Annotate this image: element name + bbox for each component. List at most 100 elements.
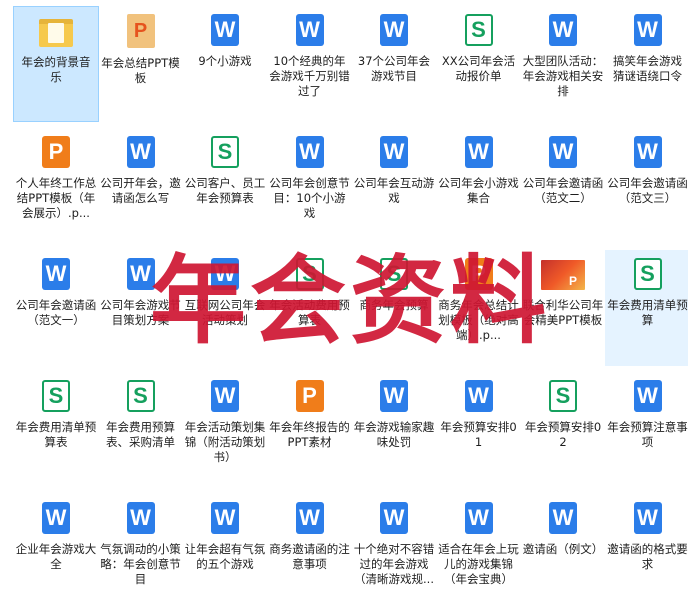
- icon-glyph: W: [468, 505, 489, 530]
- icon-glyph: P: [48, 139, 64, 164]
- word-document-icon: W: [464, 502, 493, 534]
- file-item[interactable]: P 年会总结PPT模板: [98, 6, 184, 122]
- presentation-icon: P: [464, 258, 493, 290]
- icon-glyph: W: [45, 261, 67, 286]
- word-document-icon: W: [380, 136, 408, 168]
- file-name: 10个经典的年会游戏千万别错过了: [269, 54, 350, 98]
- file-item[interactable]: W 10个经典的年会游戏千万别错过了: [267, 6, 353, 122]
- file-item[interactable]: W 公司年会创意节目：10个小游戏: [267, 128, 353, 244]
- file-item[interactable]: P 联合利华公司年会精美PPT模板: [520, 250, 606, 366]
- icon-glyph: S: [217, 139, 233, 164]
- icon-glyph: W: [214, 261, 236, 286]
- file-grid: 年会的背景音乐 P 年会总结PPT模板 W 9个小游戏 W 10个经典的年会游戏千万别错过了…: [0, 0, 688, 613]
- file-item[interactable]: P 商务年会总结计划模板（绝对高端）.p...: [436, 250, 522, 366]
- icon-glyph: W: [637, 17, 658, 42]
- file-item[interactable]: W 企业年会游戏大全: [13, 494, 99, 610]
- file-name: 公司年会邀请函（范文二）: [522, 176, 604, 205]
- word-document-icon: W: [126, 502, 155, 534]
- icon-glyph: W: [214, 383, 236, 408]
- file-item[interactable]: W 年会活动策划集锦（附活动策划书）: [182, 372, 268, 488]
- file-item[interactable]: W 邀请函（例文）: [520, 494, 606, 610]
- file-name: 搞笑年会游戏 猜谜语绕口令: [613, 54, 682, 83]
- file-item[interactable]: P 年会年终报告的PPT素材: [267, 372, 353, 488]
- file-item[interactable]: W 搞笑年会游戏 猜谜语绕口令: [605, 6, 688, 122]
- file-item[interactable]: S 年会费用预算表、采购清单: [98, 372, 184, 488]
- file-name: 让年会超有气氛的五个游戏: [184, 542, 266, 571]
- word-document-icon: W: [549, 502, 577, 534]
- word-document-icon: W: [380, 502, 408, 534]
- file-item[interactable]: W 公司年会小游戏集合: [436, 128, 522, 244]
- file-item[interactable]: W 年会游戏输家趣味处罚: [351, 372, 437, 488]
- file-name: 商务年会总结计划模板（绝对高端）.p...: [438, 298, 519, 342]
- file-item[interactable]: 年会的背景音乐: [13, 6, 99, 122]
- icon-glyph: W: [299, 17, 320, 42]
- file-item[interactable]: W 9个小游戏: [182, 6, 268, 122]
- word-document-icon: W: [295, 502, 324, 534]
- file-item[interactable]: S 年会活动费用预算表: [267, 250, 353, 366]
- file-item[interactable]: W 大型团队活动：年会游戏相关安排: [520, 6, 606, 122]
- file-item[interactable]: W 公司年会邀请函（范文一）: [13, 250, 99, 366]
- file-name: 年会费用清单预算: [607, 298, 688, 327]
- file-name: 公司开年会，邀请函怎么写: [100, 176, 181, 205]
- file-item[interactable]: W 邀请函的格式要求: [605, 494, 688, 610]
- spreadsheet-icon: S: [380, 258, 408, 290]
- word-document-icon: W: [42, 502, 70, 534]
- file-item[interactable]: W 气氛调动的小策略：年会创意节目: [98, 494, 184, 610]
- file-item[interactable]: W 让年会超有气氛的五个游戏: [182, 494, 268, 610]
- file-name: 公司年会小游戏集合: [438, 176, 519, 205]
- file-item[interactable]: W 适合在年会上玩儿的游戏集锦（年会宝典）: [436, 494, 522, 610]
- file-item[interactable]: W 互联网公司年会活动策划: [182, 250, 268, 366]
- file-name: 邀请函（例文）: [522, 542, 604, 556]
- icon-glyph: W: [637, 505, 658, 530]
- file-item[interactable]: S XX公司年会活动报价单: [436, 6, 522, 122]
- presentation-icon: P: [42, 136, 70, 168]
- file-name: 年会预算安排02: [524, 420, 602, 449]
- word-document-icon: W: [295, 14, 324, 46]
- spreadsheet-icon: S: [42, 380, 70, 412]
- file-name: 公司年会邀请函（范文三）: [607, 176, 688, 205]
- icon-glyph: S: [302, 261, 317, 286]
- presentation-icon: P: [295, 380, 324, 412]
- word-document-icon: W: [126, 136, 155, 168]
- icon-glyph: S: [640, 261, 655, 286]
- file-item[interactable]: S 年会预算安排02: [520, 372, 606, 488]
- file-name: XX公司年会活动报价单: [441, 54, 516, 83]
- file-item[interactable]: W 37个公司年会游戏节目: [351, 6, 437, 122]
- file-item[interactable]: W 公司年会游戏节目策划方案: [98, 250, 184, 366]
- file-name: 个人年终工作总结PPT模板（年会展示）.p...: [15, 176, 97, 220]
- file-name: 公司客户、员工年会预算表: [184, 176, 266, 205]
- file-item[interactable]: W 公司开年会，邀请函怎么写: [98, 128, 184, 244]
- file-item[interactable]: W 年会预算注意事项: [605, 372, 688, 488]
- file-item[interactable]: W 商务邀请函的注意事项: [267, 494, 353, 610]
- word-document-icon: W: [464, 136, 493, 168]
- icon-glyph: S: [386, 261, 402, 286]
- spreadsheet-icon: S: [211, 136, 239, 168]
- file-item[interactable]: W 公司年会邀请函（范文三）: [605, 128, 688, 244]
- file-name: 大型团队活动：年会游戏相关安排: [522, 54, 604, 98]
- file-item[interactable]: W 年会预算安排01: [436, 372, 522, 488]
- file-item[interactable]: W 公司年会互动游戏: [351, 128, 437, 244]
- word-document-icon: W: [549, 136, 577, 168]
- ppt-file-icon: P: [126, 14, 155, 48]
- file-item[interactable]: P 个人年终工作总结PPT模板（年会展示）.p...: [13, 128, 99, 244]
- file-name: 年会年终报告的PPT素材: [269, 420, 350, 449]
- word-document-icon: W: [549, 14, 577, 46]
- spreadsheet-icon: S: [295, 258, 324, 290]
- word-document-icon: W: [211, 14, 239, 46]
- folder-preview: [48, 23, 64, 43]
- ppt-thumbnail-icon: P: [541, 260, 585, 290]
- file-item[interactable]: S 商务年会预算: [351, 250, 437, 366]
- file-item[interactable]: W 公司年会邀请函（范文二）: [520, 128, 606, 244]
- file-name: 气氛调动的小策略：年会创意节目: [100, 542, 181, 586]
- file-item[interactable]: S 年会费用清单预算表: [13, 372, 99, 488]
- file-name: 年会总结PPT模板: [101, 56, 180, 85]
- file-name: 年会费用预算表、采购清单: [106, 420, 175, 449]
- spreadsheet-icon: S: [633, 258, 662, 290]
- spreadsheet-icon: S: [126, 380, 155, 412]
- file-item[interactable]: S 年会费用清单预算: [604, 250, 688, 366]
- icon-glyph: W: [552, 139, 574, 164]
- file-item[interactable]: S 公司客户、员工年会预算表: [182, 128, 268, 244]
- file-name: 年会预算安排01: [440, 420, 517, 449]
- file-item[interactable]: W 十个绝对不容错过的年会游戏（清晰游戏规...: [351, 494, 437, 610]
- file-name: 适合在年会上玩儿的游戏集锦（年会宝典）: [438, 542, 519, 586]
